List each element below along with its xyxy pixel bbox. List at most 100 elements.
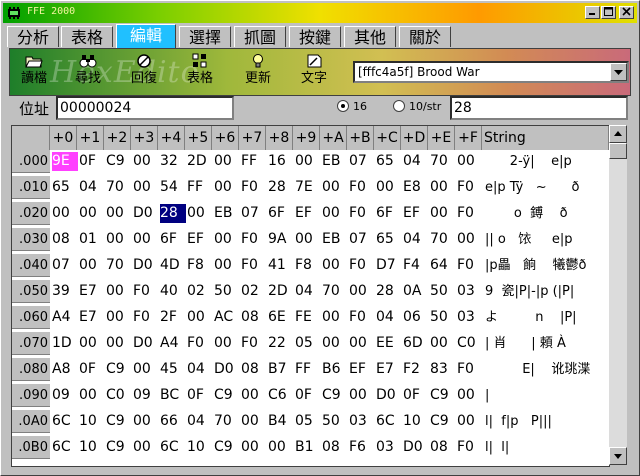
hex-byte-cell[interactable]: C9 <box>106 360 132 379</box>
profile-select[interactable]: [fffc4a5f] Brood War <box>353 61 629 83</box>
hex-byte-cell[interactable]: 6C <box>52 412 78 431</box>
hex-byte-cell[interactable]: 08 <box>322 438 348 457</box>
hex-byte-cell[interactable]: 00 <box>79 334 105 353</box>
hex-byte-cell[interactable]: F0 <box>241 178 267 197</box>
value-input[interactable]: 28 <box>450 96 628 120</box>
hex-byte-cell[interactable]: 45 <box>160 360 186 379</box>
hex-byte-cell[interactable]: D7 <box>376 256 402 275</box>
hex-byte-cell[interactable]: 00 <box>430 204 456 223</box>
hex-byte-cell[interactable]: 00 <box>322 256 348 275</box>
hex-byte-cell[interactable]: 00 <box>106 334 132 353</box>
hex-byte-cell[interactable]: 00 <box>322 178 348 197</box>
hex-byte-cell[interactable]: 05 <box>295 334 321 353</box>
hex-byte-cell[interactable]: F0 <box>241 334 267 353</box>
hex-byte-cell[interactable]: C9 <box>214 386 240 405</box>
hex-byte-cell[interactable]: 03 <box>457 308 483 327</box>
hex-byte-cell[interactable]: 00 <box>322 308 348 327</box>
hex-byte-cell[interactable]: 10 <box>79 412 105 431</box>
hex-byte-cell[interactable]: EB <box>322 230 348 249</box>
hex-byte-cell[interactable]: 04 <box>403 230 429 249</box>
hex-byte-cell[interactable]: 00 <box>187 308 213 327</box>
hex-byte-cell[interactable]: EB <box>214 204 240 223</box>
hex-byte-cell[interactable]: F0 <box>457 204 483 223</box>
hex-byte-cell[interactable]: F0 <box>133 308 159 327</box>
hex-byte-cell[interactable]: 00 <box>214 334 240 353</box>
hex-byte-cell[interactable]: F0 <box>349 256 375 275</box>
hex-byte-cell[interactable]: D0 <box>214 360 240 379</box>
hex-byte-cell[interactable]: F8 <box>187 256 213 275</box>
hex-byte-cell[interactable]: 00 <box>214 256 240 275</box>
hex-byte-cell[interactable]: B7 <box>268 360 294 379</box>
hex-byte-cell[interactable]: F8 <box>295 256 321 275</box>
hex-byte-cell[interactable]: F0 <box>349 308 375 327</box>
hex-byte-cell[interactable]: 00 <box>52 204 78 223</box>
hex-byte-cell[interactable]: 04 <box>403 152 429 171</box>
hex-byte-cell[interactable]: 50 <box>430 282 456 301</box>
hex-byte-cell[interactable]: 70 <box>214 412 240 431</box>
hex-byte-cell[interactable]: 28 <box>268 178 294 197</box>
hex-byte-cell[interactable]: EF <box>349 360 375 379</box>
hex-byte-cell[interactable]: 70 <box>106 178 132 197</box>
address-input[interactable]: 00000024 <box>56 96 234 120</box>
hex-byte-cell[interactable]: 6C <box>52 438 78 457</box>
hex-byte-cell[interactable]: F2 <box>403 360 429 379</box>
hex-byte-cell[interactable]: E7 <box>79 282 105 301</box>
hex-byte-cell[interactable]: 02 <box>187 282 213 301</box>
hex-byte-cell[interactable]: C0 <box>457 334 483 353</box>
table-button[interactable]: 表格 <box>180 53 220 91</box>
hex-byte-cell[interactable]: 00 <box>457 412 483 431</box>
hex-byte-cell[interactable]: 83 <box>430 360 456 379</box>
hex-byte-cell[interactable]: C9 <box>322 386 348 405</box>
hex-byte-cell[interactable]: 6D <box>403 334 429 353</box>
hex-byte-cell[interactable]: 03 <box>376 438 402 457</box>
hex-byte-cell[interactable]: A4 <box>52 308 78 327</box>
hex-byte-cell[interactable]: 22 <box>268 334 294 353</box>
hex-byte-cell[interactable]: 08 <box>241 360 267 379</box>
hex-byte-cell[interactable]: 00 <box>106 282 132 301</box>
radio-hex[interactable]: 16 <box>337 100 367 113</box>
hex-byte-cell[interactable]: 2D <box>268 282 294 301</box>
hex-byte-cell[interactable]: C9 <box>430 386 456 405</box>
text-button[interactable]: 文字 <box>294 53 334 91</box>
hex-byte-cell[interactable]: 00 <box>349 386 375 405</box>
hex-byte-cell[interactable]: D0 <box>376 386 402 405</box>
hex-byte-cell[interactable]: B1 <box>295 438 321 457</box>
hex-byte-cell[interactable]: D0 <box>133 334 159 353</box>
hex-byte-cell[interactable]: 00 <box>133 360 159 379</box>
hex-byte-cell[interactable]: 07 <box>52 256 78 275</box>
hex-byte-cell[interactable]: 04 <box>187 412 213 431</box>
hex-byte-cell[interactable]: 03 <box>349 412 375 431</box>
hex-byte-cell[interactable]: 6F <box>376 204 402 223</box>
hex-byte-cell[interactable]: B4 <box>268 412 294 431</box>
tab-other[interactable]: 其他 <box>344 26 396 47</box>
tab-edit[interactable]: 編輯 <box>116 24 176 48</box>
hex-byte-cell[interactable]: 28 <box>160 204 186 223</box>
hex-byte-cell[interactable]: 0A <box>403 282 429 301</box>
title-bar[interactable]: FFE 2000 <box>3 3 637 23</box>
hex-byte-cell[interactable]: E8 <box>403 178 429 197</box>
hex-byte-cell[interactable]: 00 <box>430 178 456 197</box>
maximize-button[interactable] <box>601 6 616 19</box>
hex-byte-cell[interactable]: 00 <box>295 230 321 249</box>
hex-byte-cell[interactable]: F0 <box>187 334 213 353</box>
hex-byte-cell[interactable]: 10 <box>79 438 105 457</box>
hex-byte-cell[interactable]: 65 <box>376 152 402 171</box>
hex-byte-cell[interactable]: 04 <box>79 178 105 197</box>
hex-byte-cell[interactable]: FF <box>241 152 267 171</box>
hex-byte-cell[interactable]: 04 <box>187 360 213 379</box>
hex-byte-cell[interactable]: 32 <box>160 152 186 171</box>
hex-byte-cell[interactable]: 39 <box>52 282 78 301</box>
hex-byte-cell[interactable]: 0F <box>295 386 321 405</box>
hex-byte-cell[interactable]: 00 <box>268 438 294 457</box>
hex-byte-cell[interactable]: E7 <box>376 360 402 379</box>
hex-byte-cell[interactable]: 64 <box>430 256 456 275</box>
radio-dec-str[interactable]: 10/str <box>393 100 441 113</box>
hex-byte-cell[interactable]: 00 <box>106 308 132 327</box>
hex-byte-cell[interactable]: F0 <box>241 256 267 275</box>
hex-byte-cell[interactable]: 50 <box>214 282 240 301</box>
hex-byte-cell[interactable]: 70 <box>430 230 456 249</box>
hex-byte-cell[interactable]: 66 <box>160 412 186 431</box>
hex-byte-cell[interactable]: F4 <box>403 256 429 275</box>
hex-byte-cell[interactable]: C6 <box>268 386 294 405</box>
hex-byte-cell[interactable]: 0F <box>403 386 429 405</box>
